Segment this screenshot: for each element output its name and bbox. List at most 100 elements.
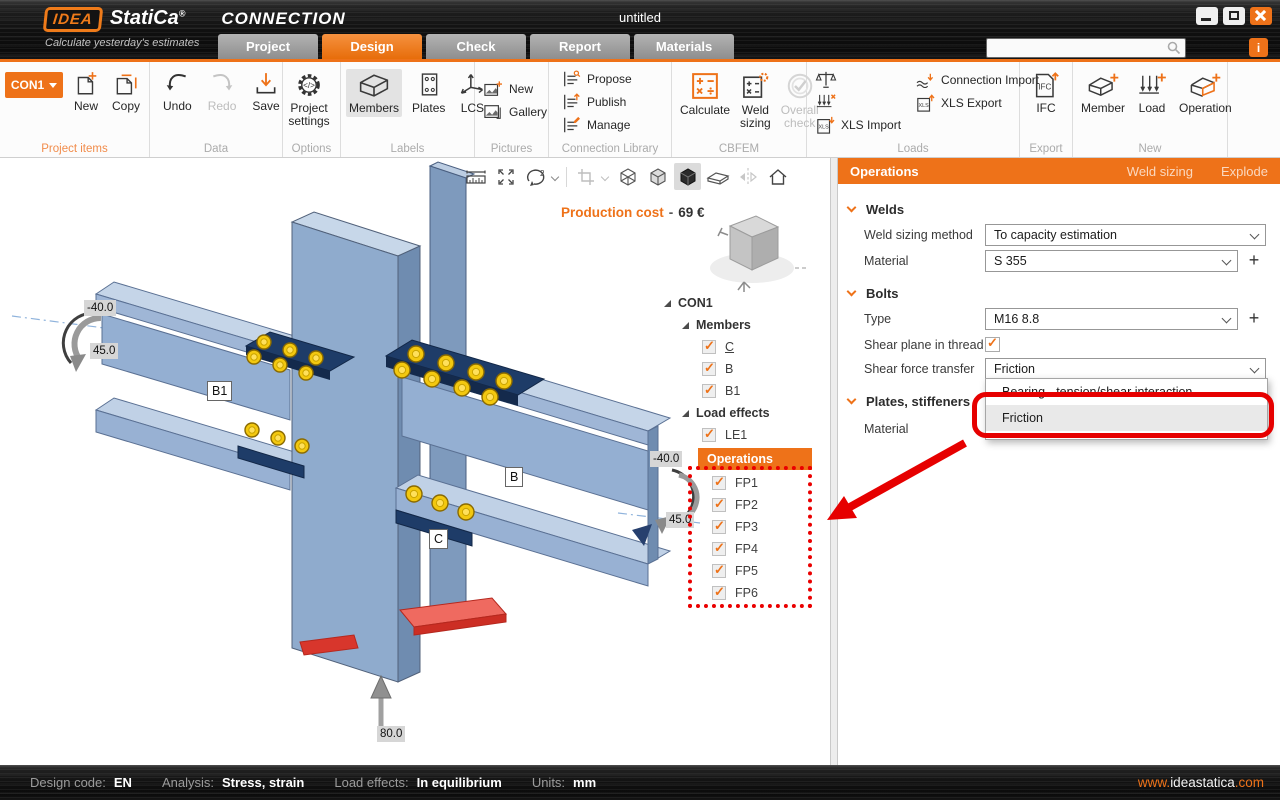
navigation-cube[interactable]: [700, 206, 810, 299]
info-button[interactable]: i: [1249, 38, 1268, 57]
weld-sizing-button[interactable]: Weld sizing: [737, 69, 774, 132]
checkbox-checked[interactable]: [702, 384, 716, 398]
tree-item-fp2[interactable]: FP2: [656, 494, 830, 516]
checkbox-checked[interactable]: [712, 586, 726, 600]
tree-node-load-effects[interactable]: Load effects: [656, 402, 830, 424]
units-value: mm: [573, 775, 596, 790]
section-bolts[interactable]: Bolts: [848, 284, 899, 302]
section-crop-button[interactable]: [572, 163, 599, 190]
dropdown-option-friction[interactable]: Friction: [986, 405, 1267, 431]
new-member-button[interactable]: Member: [1078, 69, 1128, 117]
analysis-label: Analysis:: [162, 775, 214, 790]
chevron-down-icon: [1250, 230, 1260, 240]
undo-button[interactable]: Undo: [160, 69, 195, 115]
tree-node-members[interactable]: Members: [656, 314, 830, 336]
maximize-button[interactable]: [1223, 7, 1245, 25]
crop-options-chevron[interactable]: [601, 172, 609, 180]
expander-icon[interactable]: [664, 300, 671, 307]
tree-item-member-b1[interactable]: B1: [656, 380, 830, 402]
checkbox-checked[interactable]: [702, 428, 716, 442]
shear-transfer-dropdown: Bearing - tension/shear interaction Fric…: [985, 378, 1268, 440]
labels-members-toggle[interactable]: Members: [346, 69, 402, 117]
checkbox-checked[interactable]: [712, 498, 726, 512]
connection-selector-button[interactable]: CON1: [5, 72, 63, 98]
panel-explode-button[interactable]: Explode: [1221, 164, 1268, 179]
tab-materials[interactable]: Materials: [634, 34, 734, 59]
measure-tool-button[interactable]: [462, 163, 489, 190]
panel-header: Operations Weld sizing Explode: [838, 158, 1280, 184]
weld-material-select[interactable]: S 355: [985, 250, 1238, 272]
calculate-button[interactable]: Calculate: [677, 69, 733, 119]
picture-gallery-button[interactable]: Gallery: [483, 103, 548, 121]
load-plus-icon: [1137, 71, 1167, 99]
shear-plane-checkbox[interactable]: [985, 337, 1000, 352]
clip-view-button[interactable]: [704, 163, 731, 190]
expander-icon[interactable]: [682, 322, 689, 329]
tree-item-fp5[interactable]: FP5: [656, 560, 830, 582]
tab-report[interactable]: Report: [530, 34, 630, 59]
project-settings-button[interactable]: </> Project settings: [283, 69, 335, 130]
tree-item-member-c[interactable]: C: [656, 336, 830, 358]
svg-text:</>: </>: [303, 81, 315, 90]
tab-check[interactable]: Check: [426, 34, 526, 59]
new-project-item-button[interactable]: New: [70, 69, 102, 115]
home-view-button[interactable]: [764, 163, 791, 190]
wireframe-view-button[interactable]: [614, 163, 641, 190]
transparent-view-button[interactable]: [644, 163, 671, 190]
checkbox-checked[interactable]: [712, 564, 726, 578]
new-operation-button[interactable]: Operation: [1176, 69, 1235, 117]
3d-viewport[interactable]: 2 Production cost-69 €: [0, 158, 830, 765]
section-welds[interactable]: Welds: [848, 200, 904, 218]
close-button[interactable]: [1250, 7, 1272, 25]
solid-view-button[interactable]: [674, 163, 701, 190]
mirror-view-button[interactable]: [734, 163, 761, 190]
library-propose-button[interactable]: Propose: [561, 70, 671, 88]
section-plates-stiffeners[interactable]: Plates, stiffeners: [848, 392, 970, 410]
tree-item-fp3[interactable]: FP3: [656, 516, 830, 538]
labels-plates-toggle[interactable]: Plates: [409, 69, 448, 117]
rotate-view-button[interactable]: 2: [522, 163, 549, 190]
minimize-button[interactable]: [1196, 7, 1218, 25]
copy-project-item-button[interactable]: Copy: [109, 69, 143, 115]
tree-item-fp6[interactable]: FP6: [656, 582, 830, 604]
new-load-button[interactable]: Load: [1134, 69, 1170, 117]
weld-sizing-icon: [741, 71, 769, 101]
bolt-type-select[interactable]: M16 8.8: [985, 308, 1238, 330]
add-weld-material-button[interactable]: +: [1244, 250, 1264, 272]
loads-equilibrium-button[interactable]: [815, 70, 901, 90]
tree-node-operations[interactable]: Operations: [698, 448, 812, 470]
tab-design[interactable]: Design: [322, 34, 422, 59]
rotate-options-chevron[interactable]: [551, 172, 559, 180]
library-publish-button[interactable]: Publish: [561, 93, 671, 111]
redo-button[interactable]: Redo: [205, 69, 240, 115]
checkbox-checked[interactable]: [712, 520, 726, 534]
ifc-export-button[interactable]: IFC IFC: [1029, 69, 1063, 117]
search-input[interactable]: [987, 40, 1166, 56]
add-bolt-type-button[interactable]: +: [1244, 308, 1264, 330]
tree-item-fp1[interactable]: FP1: [656, 472, 830, 494]
dropdown-option-bearing[interactable]: Bearing - tension/shear interaction: [986, 379, 1267, 405]
loads-delete-button[interactable]: [815, 93, 901, 113]
checkbox-checked[interactable]: [702, 362, 716, 376]
checkbox-checked[interactable]: [702, 340, 716, 354]
expander-icon[interactable]: [682, 410, 689, 417]
picture-new-button[interactable]: New: [483, 80, 548, 98]
tree-node-con1[interactable]: CON1: [656, 292, 830, 314]
units-label: Units:: [532, 775, 565, 790]
panel-weld-sizing-button[interactable]: Weld sizing: [1127, 164, 1193, 179]
website-link[interactable]: www.ideastatica.com: [1138, 765, 1264, 800]
checkbox-checked[interactable]: [712, 542, 726, 556]
search-box[interactable]: [986, 38, 1186, 58]
library-manage-button[interactable]: Manage: [561, 116, 671, 134]
save-button[interactable]: Save: [249, 69, 282, 115]
tab-project[interactable]: Project: [218, 34, 318, 59]
tree-item-le1[interactable]: LE1: [656, 424, 830, 446]
weld-sizing-method-select[interactable]: To capacity estimation: [985, 224, 1266, 246]
checkbox-checked[interactable]: [712, 476, 726, 490]
tree-item-member-b[interactable]: B: [656, 358, 830, 380]
tree-item-fp4[interactable]: FP4: [656, 538, 830, 560]
panel-splitter[interactable]: [830, 158, 838, 765]
shear-transfer-select[interactable]: Friction: [985, 358, 1266, 380]
zoom-fit-button[interactable]: [492, 163, 519, 190]
xls-import-button[interactable]: XLS XLS Import: [815, 116, 901, 134]
